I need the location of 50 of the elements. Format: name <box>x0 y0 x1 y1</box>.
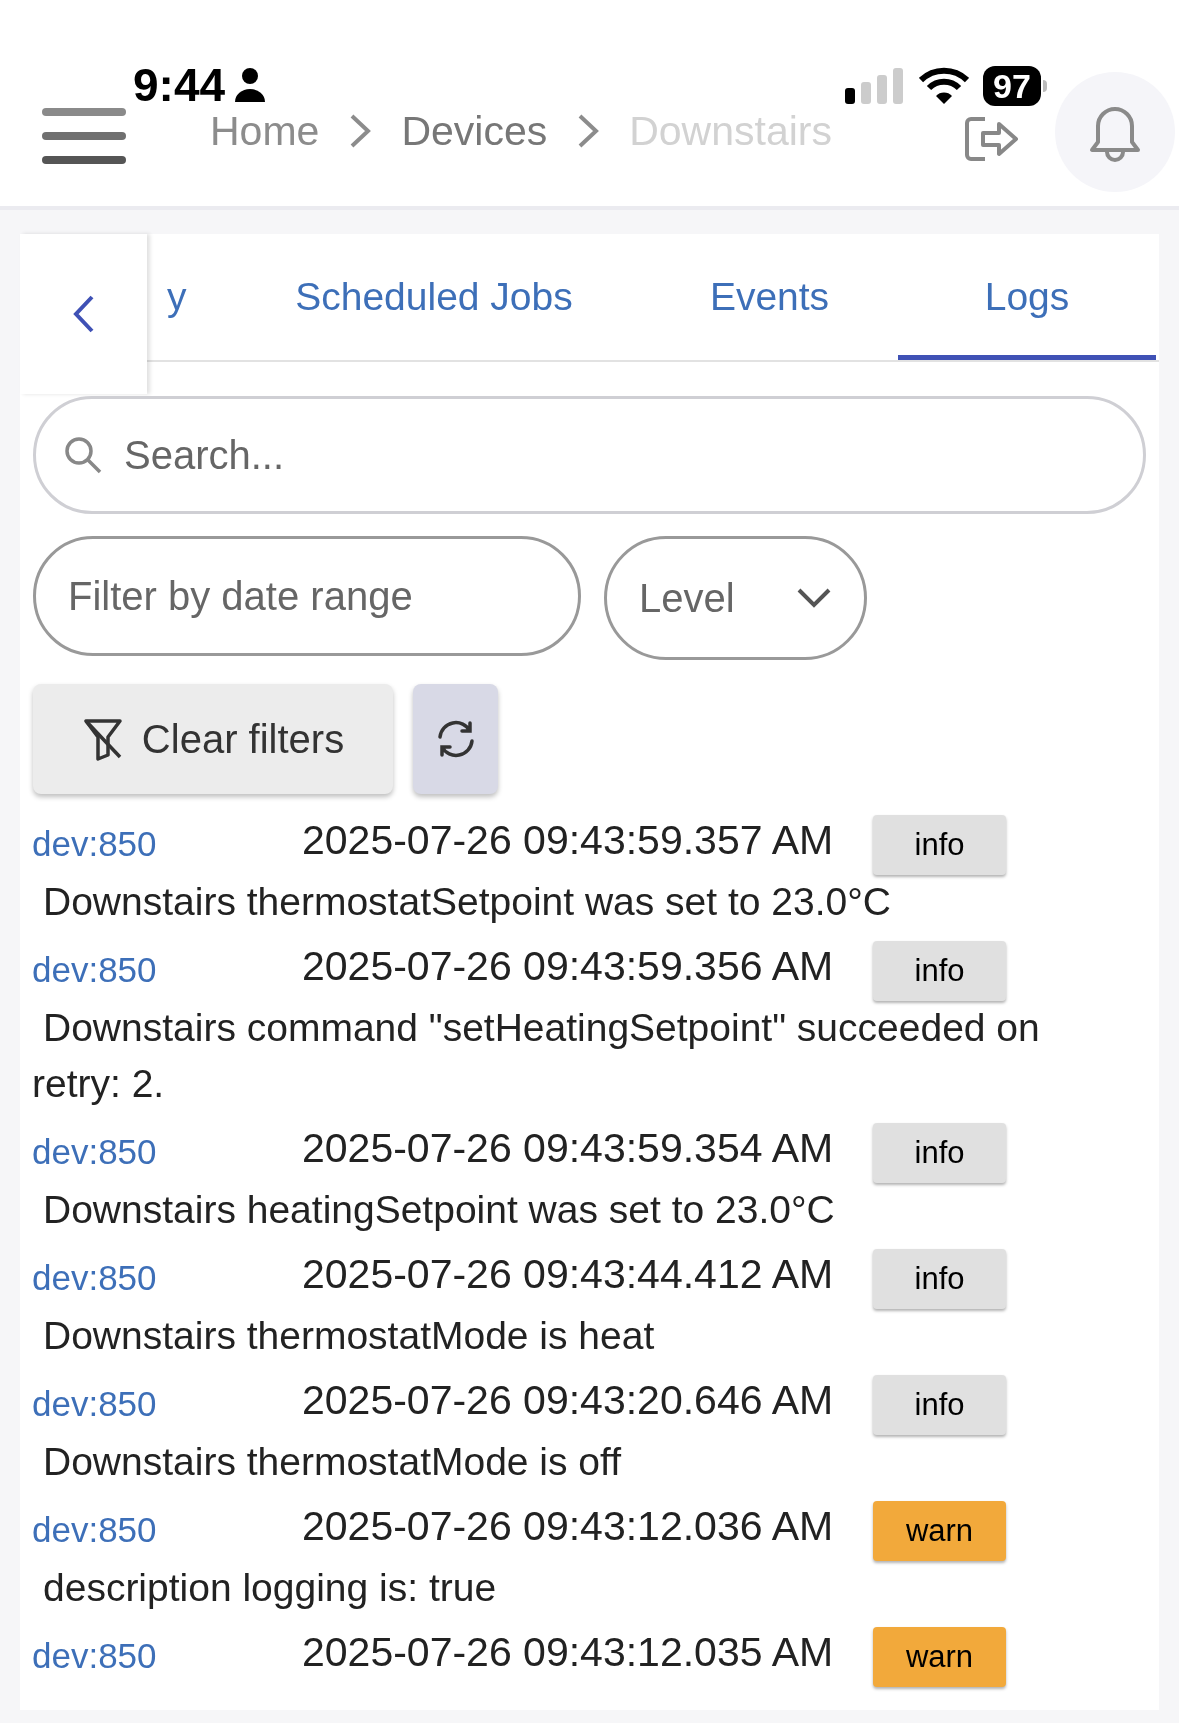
level-badge: warn <box>873 1501 1006 1561</box>
filter-off-icon <box>81 717 124 761</box>
level-badge: info <box>873 1249 1006 1309</box>
tab[interactable]: Events <box>641 234 898 360</box>
device-link[interactable]: dev:850 <box>32 943 302 997</box>
chevron-left-icon <box>71 294 96 334</box>
chevron-down-icon <box>796 587 832 609</box>
level-badge: info <box>873 941 1006 1001</box>
device-link[interactable]: dev:850 <box>32 1629 302 1683</box>
chevron-right-icon <box>349 113 372 150</box>
log-timestamp: 2025-07-26 09:43:12.036 AM <box>302 1502 835 1552</box>
level-select[interactable]: Level <box>604 536 867 660</box>
level-badge: info <box>873 815 1006 875</box>
person-icon <box>233 67 268 103</box>
menu-icon[interactable] <box>42 108 126 164</box>
log-message: Downstairs thermostatSetpoint was set to 23.0°C <box>42 879 892 925</box>
device-link[interactable]: dev:850 <box>32 1377 302 1431</box>
tab[interactable]: Logs <box>898 234 1156 360</box>
search-field[interactable]: Search... <box>33 396 1146 514</box>
logout-icon[interactable] <box>965 116 1019 162</box>
device-link[interactable]: dev:850 <box>32 1125 302 1179</box>
date-range-field[interactable]: Filter by date range <box>33 536 581 656</box>
level-badge: info <box>873 1375 1006 1435</box>
breadcrumb-link[interactable]: Devices <box>401 100 548 162</box>
tab[interactable]: y <box>167 234 227 360</box>
search-icon <box>63 435 103 475</box>
log-timestamp: 2025-07-26 09:43:59.354 AM <box>302 1124 835 1174</box>
battery-cap <box>1042 80 1047 92</box>
log-timestamp: 2025-07-26 09:43:12.035 AM <box>302 1628 835 1678</box>
device-link[interactable]: dev:850 <box>32 1503 302 1557</box>
refresh-button[interactable] <box>413 684 498 794</box>
log-timestamp: 2025-07-26 09:43:59.357 AM <box>302 816 835 866</box>
signal-icon <box>845 66 905 106</box>
log-timestamp: 2025-07-26 09:43:59.356 AM <box>302 942 835 992</box>
battery-indicator: 97 <box>983 66 1041 106</box>
log-message: Downstairs command "setHeatingSetpoint" succeeded on retry: 2. <box>32 1005 1041 1107</box>
log-message: Downstairs thermostatMode is off <box>42 1439 622 1485</box>
wifi-icon <box>919 67 969 105</box>
level-badge: warn <box>873 1627 1006 1687</box>
log-message: description logging is: true <box>42 1565 498 1611</box>
log-timestamp: 2025-07-26 09:43:44.412 AM <box>302 1250 835 1300</box>
log-message: Downstairs thermostatMode is heat <box>42 1313 656 1359</box>
log-timestamp: 2025-07-26 09:43:20.646 AM <box>302 1376 835 1426</box>
tab[interactable]: Scheduled Jobs <box>227 234 641 360</box>
device-link[interactable]: dev:850 <box>32 817 302 871</box>
level-badge: info <box>873 1123 1006 1183</box>
device-link[interactable]: dev:850 <box>32 1251 302 1305</box>
chevron-right-icon <box>577 113 600 150</box>
clear-filters-button[interactable]: Clear filters <box>33 684 393 794</box>
log-message: Downstairs heatingSetpoint was set to 23.0°C <box>42 1187 836 1233</box>
